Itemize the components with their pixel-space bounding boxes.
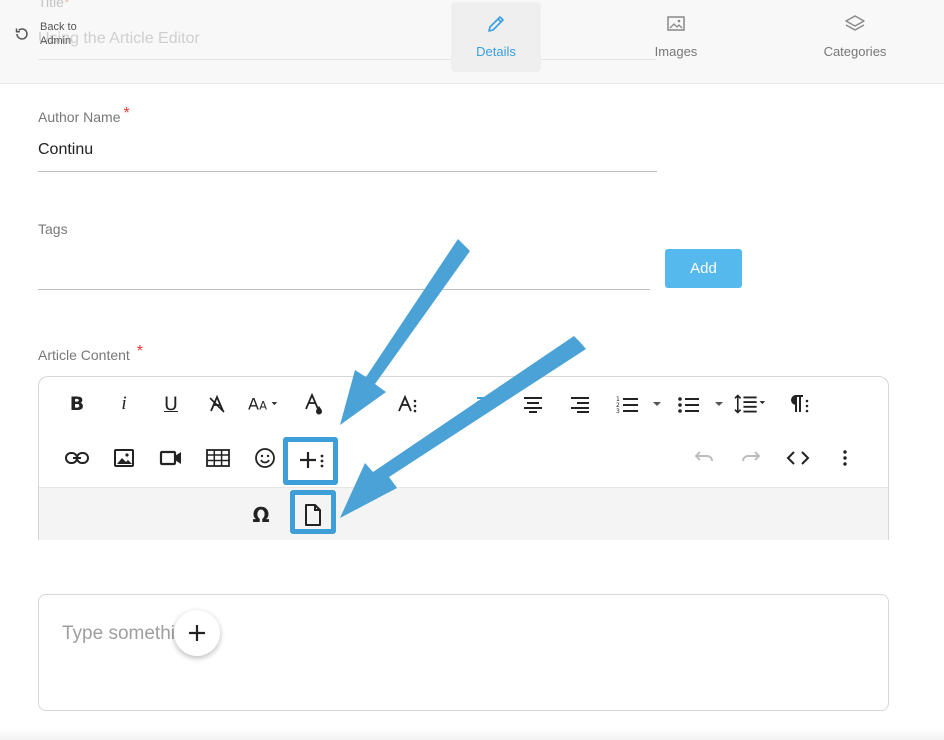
title-label-faded: Title*	[38, 0, 70, 10]
toolbar-row-more: Ω	[39, 487, 888, 540]
layers-icon	[845, 15, 865, 31]
quick-insert-button[interactable]	[174, 610, 220, 656]
clear-format-icon[interactable]	[200, 387, 234, 421]
bottom-edge	[0, 728, 944, 740]
font-size-icon[interactable]: AA	[247, 387, 281, 421]
tab-images[interactable]: Images	[631, 2, 721, 72]
text-style-icon[interactable]	[391, 387, 425, 421]
underline-icon[interactable]: U	[154, 387, 188, 421]
tags-input[interactable]	[38, 258, 650, 282]
insert-table-icon[interactable]	[201, 441, 235, 475]
author-name-label: Author Name *	[38, 105, 130, 125]
insert-image-icon[interactable]	[107, 441, 141, 475]
bold-icon[interactable]: B	[60, 387, 94, 421]
svg-text:A: A	[259, 399, 267, 413]
insert-file-highlight	[290, 490, 336, 534]
article-content-editor[interactable]: Type something	[38, 594, 889, 711]
article-content-placeholder: Type something	[62, 623, 177, 644]
author-name-underline	[38, 171, 657, 172]
unordered-list-icon[interactable]	[672, 387, 706, 421]
tab-categories[interactable]: Categories	[810, 2, 900, 72]
title-underline	[38, 59, 656, 60]
tab-details-label: Details	[476, 44, 516, 59]
more-insert-highlight	[283, 437, 338, 485]
align-left-icon[interactable]	[469, 387, 503, 421]
link-icon[interactable]	[60, 441, 94, 475]
plus-icon	[189, 625, 205, 641]
pencil-icon	[488, 16, 504, 32]
tab-categories-label: Categories	[823, 44, 887, 59]
svg-text:3: 3	[616, 408, 620, 415]
rich-text-toolbar: B i U AA 123 Ω	[38, 376, 889, 540]
insert-video-icon[interactable]	[154, 441, 188, 475]
emoticon-icon[interactable]	[248, 441, 282, 475]
toolbar-row-2	[39, 431, 888, 485]
more-menu-icon[interactable]	[828, 441, 862, 475]
unordered-list-dropdown-icon[interactable]	[714, 399, 724, 409]
italic-icon[interactable]: i	[107, 387, 141, 421]
align-center-icon[interactable]	[516, 387, 550, 421]
tags-underline	[38, 289, 650, 290]
undo-icon[interactable]	[687, 441, 721, 475]
toolbar-row-1: B i U AA 123	[39, 377, 888, 431]
add-tag-button[interactable]: Add	[665, 249, 742, 288]
code-view-icon[interactable]	[781, 441, 815, 475]
article-content-label: Article Content *	[38, 343, 143, 363]
undo-history-icon	[15, 28, 28, 40]
back-to-admin-label: Back to Admin	[40, 21, 77, 47]
align-right-icon[interactable]	[563, 387, 597, 421]
text-color-icon[interactable]	[296, 387, 330, 421]
ordered-list-icon[interactable]: 123	[611, 387, 645, 421]
special-characters-icon[interactable]: Ω	[244, 498, 278, 532]
back-to-admin-button[interactable]: Back to Admin	[14, 20, 88, 48]
paragraph-format-icon[interactable]	[782, 387, 816, 421]
top-bar: Title* Using the Article Editor Back to …	[0, 0, 944, 84]
tab-images-label: Images	[654, 44, 698, 59]
tags-label: Tags	[38, 221, 68, 237]
ordered-list-dropdown-icon[interactable]	[652, 399, 662, 409]
line-height-icon[interactable]	[734, 387, 768, 421]
redo-icon[interactable]	[734, 441, 768, 475]
svg-text:A: A	[248, 395, 259, 414]
author-name-input[interactable]: Continu	[38, 141, 93, 159]
image-icon	[667, 16, 685, 31]
tab-details[interactable]: Details	[451, 2, 541, 72]
